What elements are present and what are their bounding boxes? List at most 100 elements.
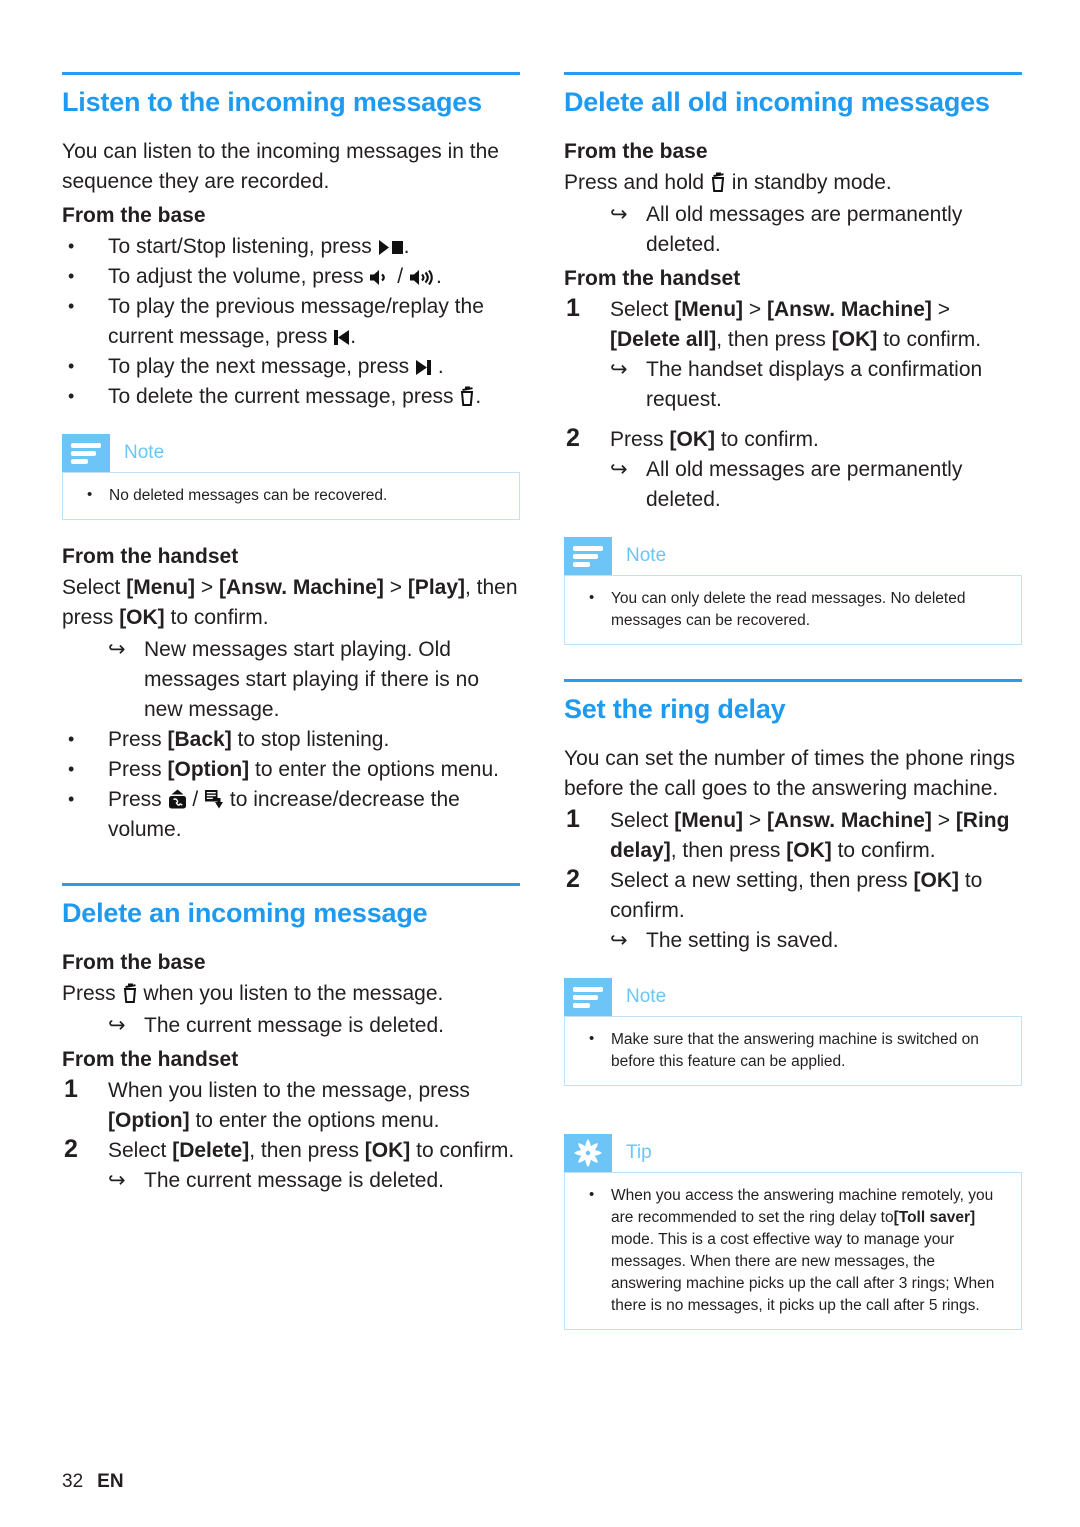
callout-header: Note (62, 434, 520, 472)
text-run: to confirm. (831, 839, 936, 862)
text-run: Press (610, 428, 670, 451)
menu-token: [Toll saver] (893, 1209, 976, 1226)
subheading-from-the-base: From the base (62, 204, 206, 227)
note-callout: Note Make sure that the answering machin… (564, 978, 1022, 1086)
menu-token: [Menu] (674, 298, 744, 321)
two-column-layout: Listen to the incoming messages You can … (0, 0, 1080, 1338)
handset-instruction-list: Press [Back] to stop listening. Press [O… (62, 724, 520, 845)
text-run: mode. This is a cost effective way to ma… (611, 1231, 995, 1314)
text-run: Press and hold (564, 171, 710, 194)
subheading-from-the-base: From the base (564, 140, 708, 163)
bullet-text: To play the next message, press (108, 355, 415, 378)
list-item: To delete the current message, press . (62, 381, 520, 412)
callout-title: Tip (626, 1142, 652, 1163)
list-item: To play the previous message/replay the … (62, 291, 520, 352)
menu-token: [Answ. Machine] (766, 298, 932, 321)
bullet-text: To play the previous message/replay the … (108, 295, 484, 348)
bullet-text-post: . (350, 325, 357, 348)
trash-icon (459, 386, 475, 406)
numbered-step: 2 Select [Delete], then press [OK] to con… (62, 1135, 520, 1166)
section-rule (564, 679, 1022, 682)
section-heading: Listen to the incoming messages (62, 87, 482, 117)
bullet-text: To delete the current message, press (108, 385, 460, 408)
text-run: to confirm. (164, 606, 269, 629)
text-run: to stop listening. (231, 728, 390, 751)
menu-token: [OK] (364, 1139, 411, 1162)
text-run: > (743, 298, 767, 321)
step-number: 1 (566, 294, 580, 322)
menu-token: [Option] (108, 1109, 190, 1132)
menu-token: [OK] (786, 839, 832, 862)
text-run: , then press (249, 1139, 365, 1162)
callout-body: No deleted messages can be recovered. (62, 472, 520, 520)
menu-token: [Answ. Machine] (218, 576, 384, 599)
text-run: to enter the options menu. (249, 758, 499, 781)
menu-token: [OK] (831, 328, 878, 351)
list-item: Press / to increase/decrease the volume. (62, 784, 520, 845)
list-item: Press [Option] to enter the options menu… (62, 754, 520, 785)
result-line: The current message is deleted. (62, 1166, 520, 1196)
right-column: Delete all old incoming messages From th… (564, 72, 1022, 1338)
subheading-from-the-base: From the base (62, 951, 206, 974)
callout-body: When you access the answering machine re… (564, 1172, 1022, 1330)
text-run: when you listen to the message. (137, 982, 444, 1005)
menu-token: [Option] (167, 758, 250, 781)
text-run: to enter the options menu. (189, 1109, 440, 1132)
text-run: , then press (670, 839, 787, 862)
subheading-from-the-handset: From the handset (62, 1048, 239, 1071)
callout-title: Note (626, 545, 667, 566)
handset-select-line: Select [Menu] > [Answ. Machine] > [Play]… (62, 573, 520, 633)
menu-token: [Delete all] (610, 328, 717, 351)
callout-header: Note (564, 537, 1022, 575)
bullet-sep: / (186, 788, 205, 811)
text-run: > (743, 809, 767, 832)
callout-title: Note (626, 986, 667, 1007)
menu-token: [Menu] (674, 809, 744, 832)
volume-down-icon (369, 269, 391, 286)
next-track-icon (415, 359, 432, 376)
result-line: New messages start playing. Old messages… (62, 635, 520, 725)
result-line: The setting is saved. (564, 926, 1022, 956)
trash-icon (122, 983, 138, 1003)
callout-title: Note (124, 442, 165, 463)
callout-item: When you access the answering machine re… (581, 1184, 1007, 1317)
text-run: Press (108, 788, 168, 811)
text-run: , then press (716, 328, 832, 351)
result-line: The current message is deleted. (62, 1011, 520, 1041)
note-callout: Note You can only delete the read messag… (564, 537, 1022, 645)
left-column: Listen to the incoming messages You can … (62, 72, 520, 1338)
text-run: to confirm. (410, 1139, 515, 1162)
bullet-text-post: . (435, 265, 442, 288)
section-delete-incoming-message: Delete an incoming message From the base… (62, 883, 520, 1196)
volume-up-icon (409, 269, 436, 286)
section-heading: Delete an incoming message (62, 898, 428, 928)
section-intro: You can set the number of times the phon… (564, 747, 1016, 800)
base-instruction: Press when you listen to the message. (62, 979, 520, 1009)
section-set-ring-delay: Set the ring delay You can set the numbe… (564, 679, 1022, 1330)
menu-token: [Back] (167, 728, 232, 751)
callout-header: Tip (564, 1134, 1022, 1172)
step-number: 2 (64, 1135, 78, 1163)
section-rule (62, 72, 520, 75)
bullet-sep: / (391, 265, 409, 288)
bullet-text: To adjust the volume, press (108, 265, 370, 288)
numbered-step: 2 Press [OK] to confirm. (564, 424, 1022, 455)
menu-token: [Delete] (172, 1139, 250, 1162)
section-delete-all-old-messages: Delete all old incoming messages From th… (564, 72, 1022, 645)
page-number: 32 (62, 1471, 84, 1492)
numbered-step: 1 Select [Menu] > [Answ. Machine] > [Ring… (564, 805, 1022, 866)
trash-icon (710, 172, 726, 192)
section-heading: Set the ring delay (564, 694, 786, 724)
section-intro: You can listen to the incoming messages … (62, 140, 499, 193)
text-run: Select (108, 1139, 173, 1162)
base-instruction-list: To start/Stop listening, press . To adju… (62, 231, 520, 412)
callout-body: You can only delete the read messages. N… (564, 575, 1022, 645)
list-item: To play the next message, press . (62, 351, 520, 382)
result-line: All old messages are permanently deleted… (564, 455, 1022, 515)
result-line: The handset displays a confirmation requ… (564, 355, 1022, 415)
section-rule (564, 72, 1022, 75)
page-footer: 32 EN (62, 1471, 124, 1493)
callout-header: Note (564, 978, 1022, 1016)
bullet-text-post: . (403, 235, 410, 258)
text-run: Select (610, 298, 675, 321)
